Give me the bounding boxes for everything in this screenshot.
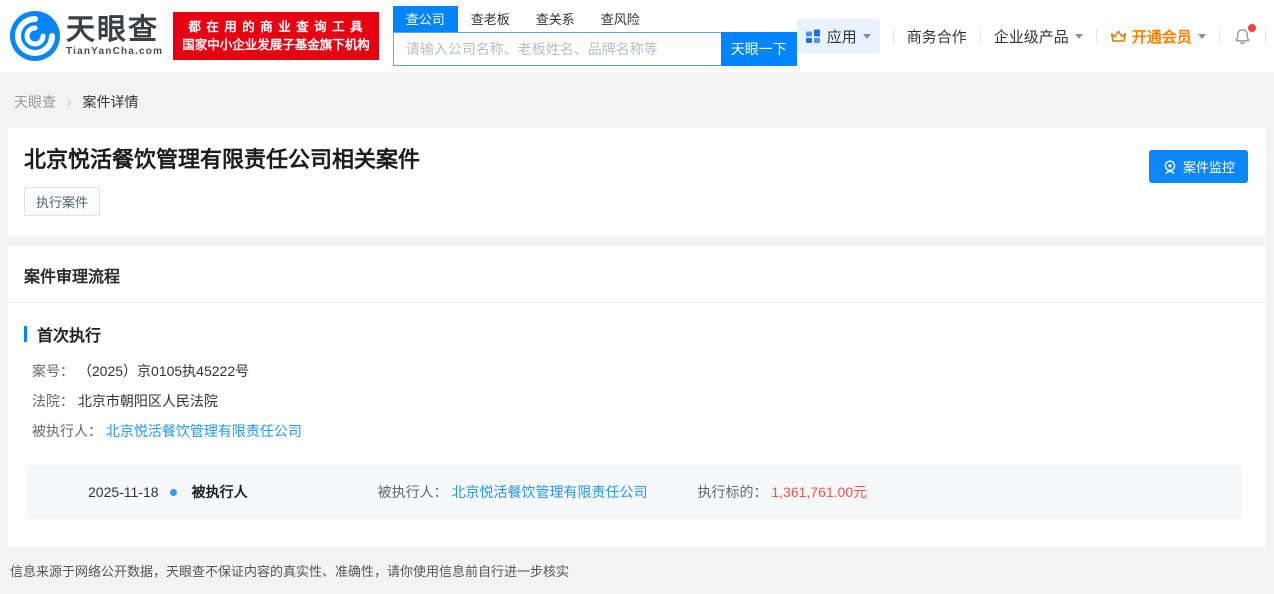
notification-unread-dot (1248, 24, 1256, 32)
timeline-event: 被执行人 (192, 482, 248, 502)
timeline-amount: 执行标的： 1,361,761.00元 (697, 482, 867, 502)
brand-name: 天眼查 (66, 15, 163, 45)
brand-domain: TianYanCha.com (66, 46, 163, 57)
disclaimer-text: 信息来源于网络公开数据，天眼查不保证内容的真实性、准确性，请你使用信息前自行进一… (10, 564, 569, 579)
stage-header: 首次执行 (24, 322, 1250, 346)
promo-badge: 都 在 用 的 商 业 查 询 工 具 国家中小企业发展子基金旗下机构 (173, 12, 379, 60)
timeline-date: 2025-11-18 (88, 484, 159, 500)
breadcrumb-current: 案件详情 (82, 94, 138, 110)
timeline-company-link[interactable]: 北京悦活餐饮管理有限责任公司 (451, 484, 647, 500)
chevron-down-icon (863, 34, 871, 43)
field-value: （2025）京0105执45222号 (78, 363, 249, 379)
case-process-card: 案件审理流程 首次执行 案号： （2025）京0105执45222号 法院： 北… (8, 246, 1266, 547)
search-tab-boss[interactable]: 查老板 (458, 6, 523, 32)
webcam-monitor-icon (1162, 159, 1178, 175)
breadcrumb: 天眼查 › 案件详情 (0, 72, 1274, 128)
section-title-process: 案件审理流程 (8, 246, 1266, 303)
nav-open-vip[interactable]: 开通会员 (1110, 26, 1206, 47)
nav-divider (980, 29, 981, 44)
logo-text: 天眼查 TianYanCha.com (66, 15, 163, 57)
field-court: 法院： 北京市朝阳区人民法院 (32, 386, 1250, 416)
search-tab-risk[interactable]: 查风险 (588, 6, 653, 32)
case-monitor-label: 案件监控 (1183, 157, 1235, 176)
app-grid-icon (806, 29, 821, 44)
timeline-dot-icon (170, 489, 177, 496)
chevron-down-icon (1075, 34, 1083, 43)
timeline-amount-label: 执行标的： (697, 484, 767, 500)
search-button[interactable]: 天眼一下 (721, 32, 797, 66)
field-label: 法院： (32, 393, 74, 409)
field-executed-person: 被执行人： 北京悦活餐饮管理有限责任公司 (32, 416, 1250, 446)
breadcrumb-separator: › (67, 94, 72, 110)
timeline-party-label: 被执行人： (378, 484, 448, 500)
nav-vip-label: 开通会员 (1132, 26, 1192, 47)
field-case-number: 案号： （2025）京0105执45222号 (32, 356, 1250, 386)
nav-enterprise-label: 企业级产品 (994, 26, 1069, 47)
case-monitor-button[interactable]: 案件监控 (1149, 150, 1248, 183)
search-area: 查公司 查老板 查关系 查风险 天眼一下 (393, 6, 797, 66)
crown-icon (1110, 28, 1127, 45)
search-row: 天眼一下 (393, 32, 797, 66)
search-input[interactable] (393, 32, 721, 66)
nav-divider (1096, 29, 1097, 44)
nav-divider (893, 29, 894, 44)
nav-business-cooperation[interactable]: 商务合作 (907, 26, 967, 47)
stage-title: 首次执行 (37, 322, 101, 346)
search-tab-relation[interactable]: 查关系 (523, 6, 588, 32)
nav-divider (1265, 29, 1266, 44)
case-header-card: 北京悦活餐饮管理有限责任公司相关案件 案件监控 执行案件 (8, 128, 1266, 236)
nav-divider (1219, 29, 1220, 44)
notification-bell[interactable] (1233, 27, 1252, 46)
logo[interactable]: 天眼查 TianYanCha.com (10, 11, 163, 61)
footer-disclaimer: 信息来源于网络公开数据，天眼查不保证内容的真实性、准确性，请你使用信息前自行进一… (0, 547, 1274, 594)
promo-line2: 国家中小企业发展子基金旗下机构 (182, 36, 370, 54)
chevron-down-icon (1198, 34, 1206, 43)
promo-line1: 都 在 用 的 商 业 查 询 工 具 (182, 18, 370, 36)
page-title: 北京悦活餐饮管理有限责任公司相关案件 (24, 146, 1250, 174)
field-label: 被执行人： (32, 423, 102, 439)
search-tab-company[interactable]: 查公司 (393, 6, 458, 32)
nav-apps-label: 应用 (827, 26, 857, 47)
breadcrumb-home-link[interactable]: 天眼查 (14, 94, 56, 110)
case-type-tag: 执行案件 (24, 187, 100, 216)
field-label: 案号： (32, 363, 74, 379)
field-value: 北京市朝阳区人民法院 (78, 393, 218, 409)
search-tabs: 查公司 查老板 查关系 查风险 (393, 6, 797, 32)
timeline-party: 被执行人： 北京悦活餐饮管理有限责任公司 (378, 482, 648, 502)
tianyancha-eye-icon (10, 11, 60, 61)
nav-apps[interactable]: 应用 (797, 19, 880, 54)
nav-enterprise-products[interactable]: 企业级产品 (994, 26, 1083, 47)
top-header: 天眼查 TianYanCha.com 都 在 用 的 商 业 查 询 工 具 国… (0, 0, 1274, 72)
top-nav: 应用 商务合作 企业级产品 开通会员 超级风... (797, 19, 1274, 54)
company-link[interactable]: 北京悦活餐饮管理有限责任公司 (106, 423, 302, 439)
case-fields: 案号： （2025）京0105执45222号 法院： 北京市朝阳区人民法院 被执… (32, 356, 1250, 446)
timeline-row: 2025-11-18 被执行人 被执行人： 北京悦活餐饮管理有限责任公司 执行标… (26, 465, 1242, 519)
execution-amount-value: 1,361,761.00元 (771, 484, 867, 500)
stage-accent-bar (24, 326, 27, 342)
